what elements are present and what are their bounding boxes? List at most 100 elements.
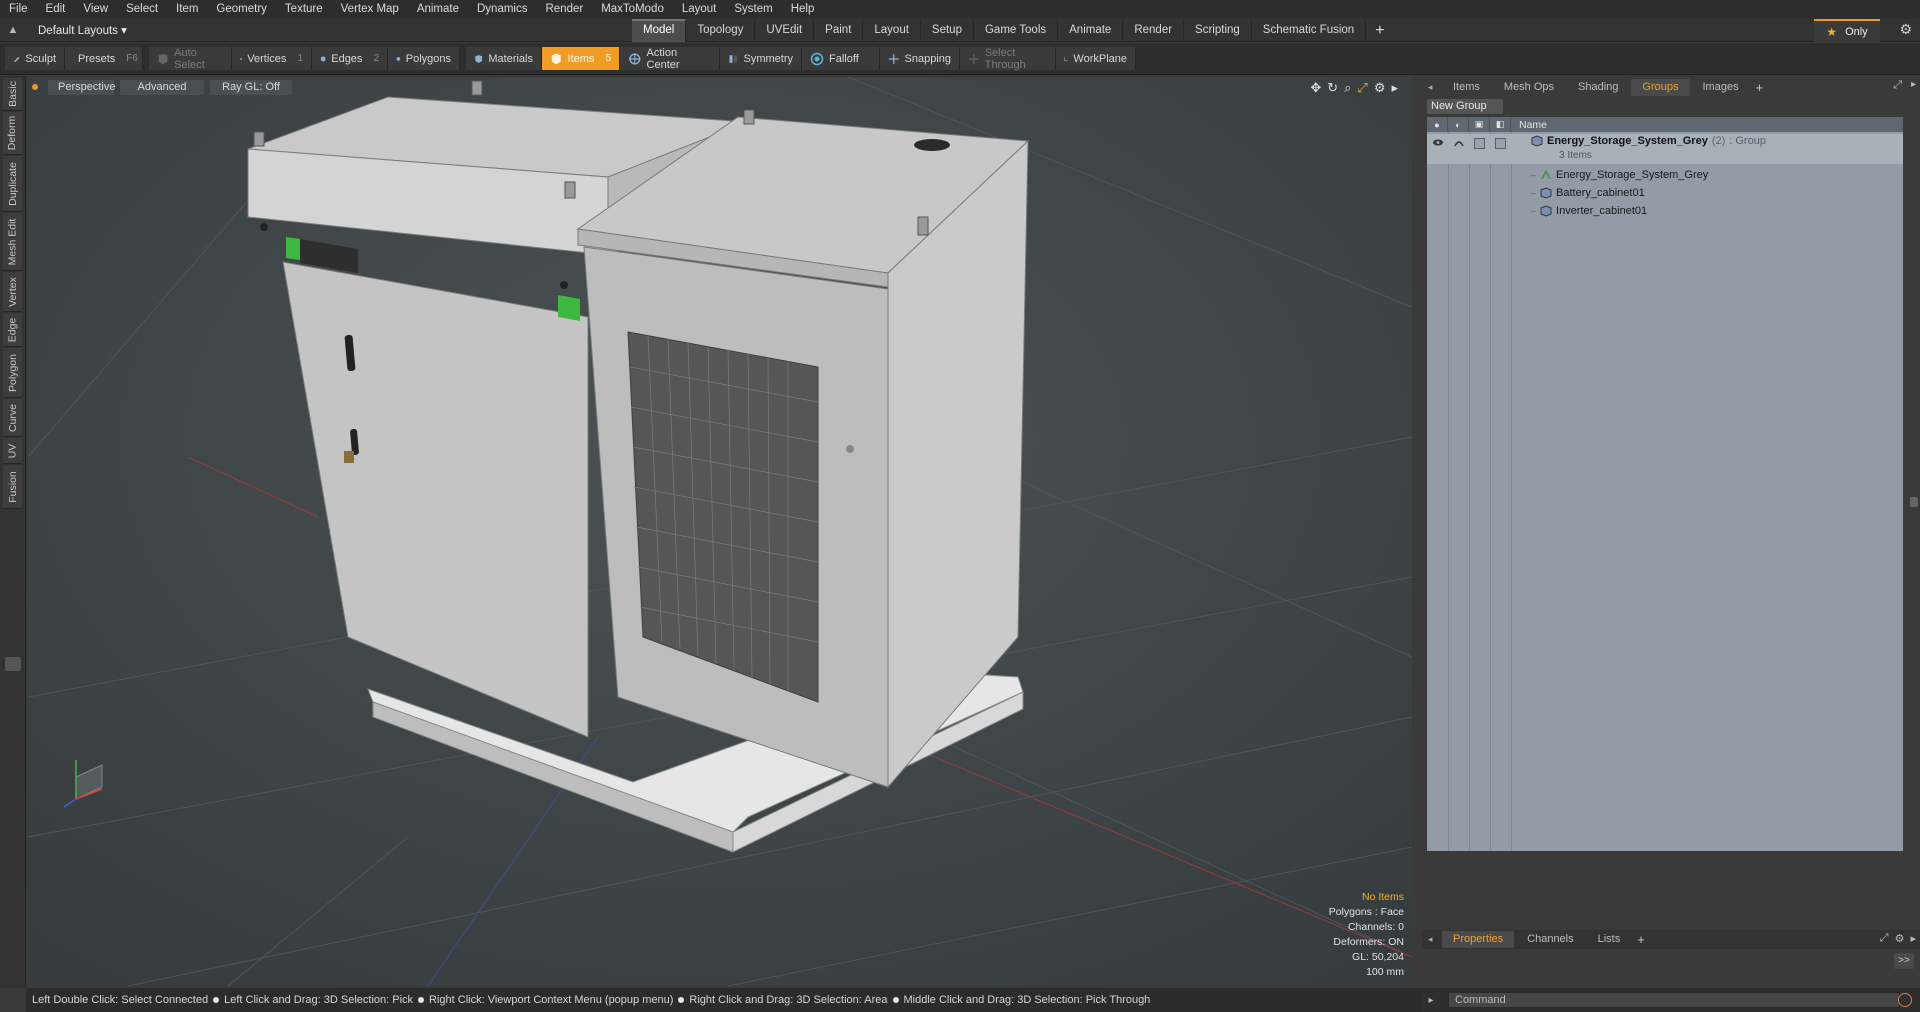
command-arrow-icon[interactable]: ▸ [1422,995,1440,1006]
tab-groups[interactable]: Groups [1631,78,1690,96]
vtab-fusion[interactable]: Fusion [3,465,22,509]
tab-topology[interactable]: Topology [686,18,756,42]
workplane-button[interactable]: WorkPlane [1056,47,1136,70]
tree-row-item[interactable]: – Inverter_cabinet01 [1427,202,1903,219]
lock-checkbox[interactable] [1474,138,1485,149]
left-panel-toggle[interactable] [5,657,21,671]
tab-render[interactable]: Render [1123,18,1185,42]
scrollbar-thumb[interactable] [1910,497,1918,507]
zoom-icon[interactable]: ⌕ [1344,80,1351,96]
view-mode-button[interactable]: Perspective [48,79,115,95]
tree-row-group[interactable]: Energy_Storage_System_Grey (2) : Group 3… [1427,134,1903,164]
viewport-settings-icon[interactable]: ⚙ [1374,80,1386,96]
menu-item[interactable]: Item [167,0,207,19]
menu-geometry[interactable]: Geometry [207,0,276,19]
eye-icon[interactable] [1432,137,1444,148]
auto-select-button[interactable]: Auto Select [149,47,232,71]
group-name[interactable]: Energy_Storage_System_Grey (2) : Group [1531,135,1766,147]
add-tab-icon[interactable]: + [1366,19,1393,42]
sculpt-button[interactable]: Sculpt [5,47,65,70]
rotate-icon[interactable]: ↻ [1327,80,1338,96]
tab-shading[interactable]: Shading [1567,79,1629,96]
vtab-duplicate[interactable]: Duplicate [3,156,22,212]
shading-mode-button[interactable]: Advanced [120,79,204,95]
add-tab-icon[interactable]: + [1752,80,1764,95]
tab-channels[interactable]: Channels [1516,931,1584,948]
select-column-icon[interactable]: ◧ [1490,117,1511,132]
tab-lists[interactable]: Lists [1587,931,1632,948]
action-center-button[interactable]: Action Center [620,47,720,71]
pan-icon[interactable]: ✥ [1310,80,1321,96]
tab-paint[interactable]: Paint [814,18,864,42]
layout-selector[interactable]: Default Layouts ▾ [26,23,606,37]
menu-animate[interactable]: Animate [408,0,468,19]
tab-animate[interactable]: Animate [1058,18,1124,42]
vtab-basic[interactable]: Basic [3,78,22,111]
menu-vertex-map[interactable]: Vertex Map [332,0,408,19]
expand-icon[interactable]: ⤢ [1880,932,1889,945]
tab-properties[interactable]: Properties [1442,931,1515,948]
presets-button[interactable]: Presets F6 [65,47,143,70]
vertices-button[interactable]: Vertices 1 [232,47,312,70]
command-clear-icon[interactable] [1898,993,1912,1007]
lock-column-icon[interactable]: ▣ [1469,117,1490,132]
snapping-button[interactable]: Snapping [880,47,960,70]
vtab-mesh-edit[interactable]: Mesh Edit [3,213,22,271]
symmetry-button[interactable]: Symmetry [720,47,802,70]
tree-scrollbar[interactable] [1908,117,1920,851]
edges-button[interactable]: Edges 2 [312,47,388,70]
select-through-button[interactable]: Select Through [960,47,1056,71]
command-history-button[interactable]: >> [1894,953,1914,969]
visibility-column-icon[interactable]: ● [1427,117,1448,132]
vtab-curve[interactable]: Curve [3,399,22,437]
menu-render[interactable]: Render [536,0,592,19]
render-column-icon[interactable]: ◐ [1448,117,1469,132]
tab-items[interactable]: Items [1442,79,1491,96]
menu-dynamics[interactable]: Dynamics [468,0,536,19]
tab-uvedit[interactable]: UVEdit [755,18,815,42]
panel-more-icon[interactable]: ▸ [1911,79,1916,90]
add-tab-icon[interactable]: + [1633,932,1645,947]
play-icon[interactable]: ▸ [1391,80,1398,96]
tab-mesh-ops[interactable]: Mesh Ops [1493,79,1565,96]
viewport-scene[interactable] [28,77,1412,986]
3d-viewport[interactable]: Perspective Advanced Ray GL: Off ✥ ↻ ⌕ ⤢… [28,77,1412,986]
tab-images[interactable]: Images [1692,79,1750,96]
menu-view[interactable]: View [74,0,117,19]
materials-button[interactable]: Materials [466,47,542,70]
tab-game-tools[interactable]: Game Tools [974,18,1059,42]
panel-menu-icon[interactable]: ◂ [1428,82,1440,93]
items-button[interactable]: Items 5 [542,47,620,70]
expand-icon[interactable]: ⤢ [1893,79,1902,92]
polygons-button[interactable]: Polygons [388,47,460,70]
menu-edit[interactable]: Edit [37,0,75,19]
panel-more-icon[interactable]: ▸ [1910,932,1916,945]
vtab-edge[interactable]: Edge [3,313,22,347]
menu-select[interactable]: Select [117,0,167,19]
raygl-button[interactable]: Ray GL: Off [210,79,292,95]
menu-layout[interactable]: Layout [673,0,726,19]
vtab-vertex[interactable]: Vertex [3,272,22,312]
layout-collapse-icon[interactable]: ▲ [0,19,26,42]
tab-model[interactable]: Model [632,18,687,42]
menu-maxtomodo[interactable]: MaxToModo [592,0,673,19]
vtab-deform[interactable]: Deform [3,112,22,155]
only-button[interactable]: ★ Only [1814,19,1880,42]
render-toggle-icon[interactable] [1453,137,1465,148]
tab-scripting[interactable]: Scripting [1184,18,1252,42]
new-group-button[interactable]: New Group [1427,99,1503,114]
vtab-polygon[interactable]: Polygon [3,348,22,398]
tab-schematic-fusion[interactable]: Schematic Fusion [1252,18,1367,42]
tab-layout[interactable]: Layout [863,18,921,42]
viewport-menu-icon[interactable] [32,84,38,90]
command-input[interactable] [1448,992,1900,1008]
panel-menu-icon[interactable]: ◂ [1428,934,1440,945]
tab-setup[interactable]: Setup [921,18,974,42]
settings-icon[interactable]: ⚙ [1895,932,1905,945]
falloff-button[interactable]: Falloff [802,47,880,70]
vtab-uv[interactable]: UV [3,438,22,464]
menu-file[interactable]: File [0,0,37,19]
tree-row-item[interactable]: – Battery_cabinet01 [1427,184,1903,201]
menu-help[interactable]: Help [782,0,824,19]
maximize-icon[interactable]: ⤢ [1357,80,1367,96]
